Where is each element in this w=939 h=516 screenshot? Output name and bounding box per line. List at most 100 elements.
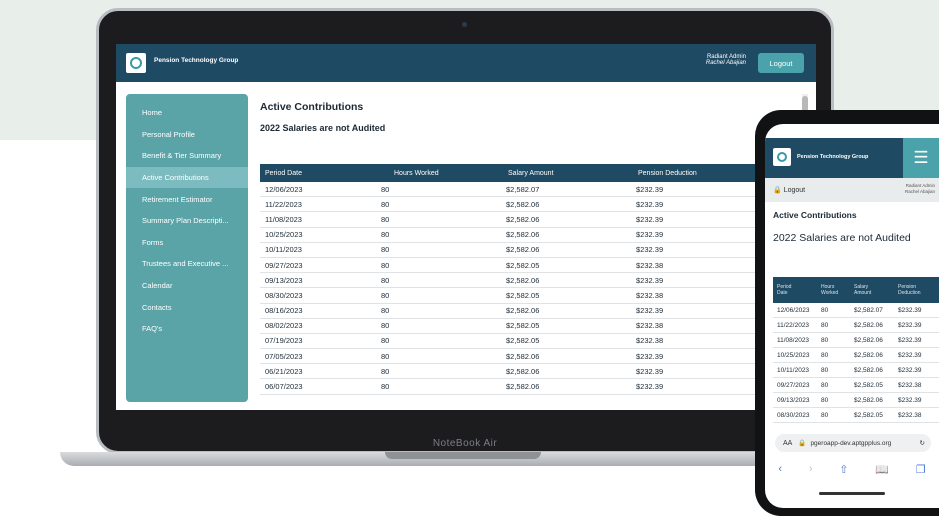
table-cell: 08/30/2023 bbox=[265, 290, 303, 300]
table-cell: 09/27/2023 bbox=[265, 260, 303, 270]
browser-toolbar: ‹ › ⇧ 📖 ❐ bbox=[765, 458, 939, 480]
table-cell: 11/08/2023 bbox=[265, 214, 302, 224]
table-cell: $2,582.05 bbox=[506, 321, 540, 331]
table-cell: 06/07/2023 bbox=[265, 382, 303, 392]
mobile-logout-button[interactable]: 🔒 Logout bbox=[773, 186, 805, 194]
mobile-table-cell: 09/27/2023 bbox=[777, 381, 810, 389]
mobile-table-cell: $232.38 bbox=[898, 411, 922, 419]
lock-icon: 🔒 bbox=[773, 187, 782, 194]
laptop-screen: Pension Technology Group Radiant Admin R… bbox=[116, 44, 816, 410]
sidebar-item-personal-profile[interactable]: Personal Profile bbox=[126, 124, 248, 146]
sidebar-item-faq-s[interactable]: FAQ's bbox=[126, 318, 248, 340]
mobile-table-cell: $232.39 bbox=[898, 351, 922, 359]
mobile-table-cell: $232.39 bbox=[898, 336, 922, 344]
table-row: 09/27/2023 80 $2,582.05 $232.38 bbox=[260, 258, 780, 274]
table-row: 09/13/2023 80 $2,582.06 $232.39 bbox=[260, 273, 780, 289]
mobile-table-cell: 10/25/2023 bbox=[777, 351, 810, 359]
hamburger-menu-icon[interactable]: ☰ bbox=[903, 138, 939, 178]
org-logo-icon[interactable] bbox=[126, 53, 146, 73]
table-cell: 80 bbox=[381, 199, 390, 209]
mobile-table-cell: $2,582.06 bbox=[854, 351, 883, 359]
table-cell: $2,582.07 bbox=[506, 184, 540, 194]
url-text: pgeroapp-dev.aptgpplus.org bbox=[810, 439, 892, 447]
table-row: 10/11/2023 80 $2,582.06 $232.39 bbox=[260, 243, 780, 258]
sidebar-item-active-contributions[interactable]: Active Contributions bbox=[126, 166, 248, 189]
tabs-icon[interactable]: ❐ bbox=[916, 463, 926, 476]
mobile-table-cell: 80 bbox=[821, 306, 829, 314]
mobile-table-cell: 11/22/2023 bbox=[777, 321, 810, 329]
table-cell: 80 bbox=[381, 366, 390, 376]
table-cell: 10/11/2023 bbox=[265, 245, 302, 255]
mobile-table-cell: 80 bbox=[821, 336, 829, 344]
mobile-org-name: Pension Technology Group bbox=[797, 154, 869, 160]
mobile-logo-icon[interactable] bbox=[773, 148, 791, 166]
table-cell: 80 bbox=[381, 290, 390, 300]
bookmarks-icon[interactable]: 📖 bbox=[875, 463, 889, 476]
table-cell: $2,582.05 bbox=[506, 260, 540, 270]
lock-small-icon: 🔒 bbox=[798, 440, 807, 447]
mobile-table-cell: 80 bbox=[821, 411, 829, 419]
back-arrow-icon[interactable]: ‹ bbox=[778, 463, 782, 475]
mobile-table-body: 12/06/2023 80 $2,582.07 $232.39 11/22/2023 80… bbox=[773, 303, 939, 423]
reload-icon[interactable]: ↻ bbox=[920, 439, 925, 447]
table-cell: $2,582.06 bbox=[506, 214, 540, 224]
table-cell: 80 bbox=[381, 321, 390, 331]
logout-button[interactable]: Logout bbox=[758, 53, 804, 73]
mobile-table-row: 09/13/2023 80 $2,582.06 $232.39 bbox=[773, 393, 939, 408]
sidebar-item-forms[interactable]: Forms bbox=[126, 232, 248, 254]
table-cell: 80 bbox=[381, 275, 390, 285]
table-cell: 80 bbox=[381, 245, 390, 255]
user-info: Radiant Admin Rachel Abajian bbox=[706, 54, 746, 66]
laptop-notch bbox=[385, 452, 541, 459]
table-cell: 80 bbox=[381, 214, 390, 224]
table-row: 07/19/2023 80 $2,582.05 $232.38 bbox=[260, 334, 780, 350]
table-cell: 80 bbox=[381, 382, 390, 392]
table-cell: 10/25/2023 bbox=[265, 230, 303, 240]
table-cell: 08/02/2023 bbox=[265, 321, 303, 331]
mobile-table-cell: $232.39 bbox=[898, 366, 922, 374]
table-cell: 80 bbox=[381, 184, 390, 194]
url-bar[interactable]: AA 🔒 pgeroapp-dev.aptgpplus.org ↻ bbox=[775, 434, 931, 452]
sidebar-item-calendar[interactable]: Calendar bbox=[126, 275, 248, 297]
page-subtitle: 2022 Salaries are not Audited bbox=[260, 123, 386, 133]
mobile-user-name: Rachel Abajian bbox=[904, 189, 935, 194]
table-cell: $2,582.06 bbox=[506, 382, 540, 392]
mobile-user-info: Radiant Admin Rachel Abajian bbox=[905, 183, 935, 195]
sidebar-item-summary-plan-descripti[interactable]: Summary Plan Descripti... bbox=[126, 210, 248, 232]
mobile-table-row: 09/27/2023 80 $2,582.05 $232.38 bbox=[773, 378, 939, 393]
mobile-table-cell: $232.39 bbox=[898, 306, 922, 314]
mobile-table-cell: $232.38 bbox=[898, 381, 922, 389]
mobile-table-cell: $2,582.05 bbox=[854, 381, 883, 389]
share-icon[interactable]: ⇧ bbox=[839, 463, 848, 476]
mobile-table-row: 11/22/2023 80 $2,582.06 $232.39 bbox=[773, 318, 939, 333]
user-name: Rachel Abajian bbox=[705, 60, 746, 66]
mobile-column-header: Pension Deduction bbox=[896, 284, 939, 296]
mobile-table-cell: 80 bbox=[821, 321, 829, 329]
sidebar-item-trustees-and-executive[interactable]: Trustees and Executive ... bbox=[126, 253, 248, 275]
table-cell: 11/22/2023 bbox=[265, 199, 302, 209]
contributions-table: Period Date Hours Worked Salary Amount Pens… bbox=[260, 164, 780, 395]
forward-arrow-icon[interactable]: › bbox=[809, 463, 813, 475]
text-size-button[interactable]: AA bbox=[783, 440, 792, 447]
table-cell: 08/16/2023 bbox=[265, 306, 303, 316]
table-cell: $2,582.06 bbox=[506, 351, 540, 361]
mobile-column-header-line: Worked bbox=[821, 290, 839, 296]
sidebar-item-home[interactable]: Home bbox=[126, 102, 248, 124]
table-cell: $2,582.06 bbox=[506, 230, 540, 240]
table-cell: 80 bbox=[381, 351, 390, 361]
sidebar-item-benefit-tier-summary[interactable]: Benefit & Tier Summary bbox=[126, 145, 248, 167]
table-cell: 12/06/2023 bbox=[265, 184, 303, 194]
sidebar-item-retirement-estimator[interactable]: Retirement Estimator bbox=[126, 188, 248, 210]
mobile-table-cell: 09/13/2023 bbox=[777, 396, 810, 404]
table-header: Period Date Hours Worked Salary Amount Pens… bbox=[260, 164, 780, 182]
mobile-table-row: 11/08/2023 80 $2,582.06 $232.39 bbox=[773, 333, 939, 348]
sidebar-item-contacts[interactable]: Contacts bbox=[126, 296, 248, 318]
mobile-column-header-line: Deduction bbox=[898, 290, 921, 296]
table-cell: $2,582.05 bbox=[506, 290, 540, 300]
mobile-table-row: 12/06/2023 80 $2,582.07 $232.39 bbox=[773, 303, 939, 318]
mobile-table-row: 08/30/2023 80 $2,582.05 $232.38 bbox=[773, 408, 939, 423]
table-cell: 06/21/2023 bbox=[265, 366, 303, 376]
page-title: Active Contributions bbox=[260, 101, 364, 113]
column-header: Salary Amount bbox=[508, 169, 554, 177]
mobile-page-title: Active Contributions bbox=[773, 210, 857, 220]
